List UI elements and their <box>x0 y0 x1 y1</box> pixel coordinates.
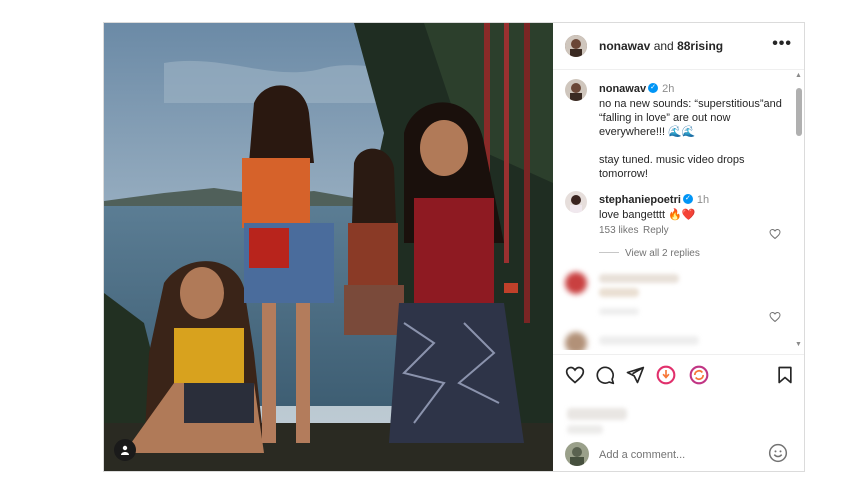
heart-icon[interactable] <box>769 311 781 323</box>
avatar-image <box>565 442 589 466</box>
scroll-down-icon[interactable]: ▼ <box>795 341 802 348</box>
audio-icon[interactable] <box>656 365 676 385</box>
post-photo[interactable] <box>104 23 553 471</box>
add-comment-bar: Add a comment... <box>553 440 804 471</box>
caption-line: stay tuned. music video drops <box>599 154 745 166</box>
blurred-date <box>567 425 603 434</box>
comment-icon[interactable] <box>595 365 615 385</box>
post-header: nonawav and 88rising ••• <box>553 23 804 70</box>
blurred-text <box>599 336 699 345</box>
comment-username[interactable]: stephaniepoetri <box>599 194 681 206</box>
user-tag-icon <box>121 445 129 455</box>
comment-avatar[interactable] <box>565 191 587 213</box>
blurred-avatar <box>565 272 587 294</box>
blurred-likes <box>567 408 627 420</box>
blurred-text <box>599 288 639 297</box>
replies-divider <box>599 252 619 253</box>
blurred-avatar <box>565 332 587 350</box>
caption-line: no na new sounds: “superstitious”and <box>599 98 782 110</box>
comment: stephaniepoetri ✓ 1h love bangetttt 🔥❤️ <box>599 190 769 222</box>
heart-icon[interactable] <box>565 365 585 385</box>
post-side-panel: nonawav and 88rising ••• nonawav ✓ 2h no n… <box>553 23 804 471</box>
header-account-link[interactable]: nonawav <box>599 39 650 53</box>
emoji-icon[interactable] <box>768 443 788 463</box>
scrollbar-thumb[interactable] <box>796 88 802 136</box>
remix-icon[interactable] <box>689 365 709 385</box>
photo-illustration <box>104 23 553 471</box>
avatar-image <box>565 191 587 213</box>
comments-list[interactable]: nonawav ✓ 2h no na new sounds: “superstiti… <box>553 70 793 350</box>
scroll-up-icon[interactable]: ▲ <box>795 72 802 79</box>
caption-line: “falling in love” are out now <box>599 112 731 124</box>
share-icon[interactable] <box>625 365 645 385</box>
avatar-image <box>565 35 587 57</box>
comment-text: love bangetttt 🔥❤️ <box>599 209 696 221</box>
caption: nonawav ✓ 2h no na new sounds: “superstiti… <box>599 79 789 181</box>
user-tag-button[interactable] <box>114 439 136 461</box>
header-collaborator-link[interactable]: 88rising <box>677 39 723 53</box>
more-options-button[interactable]: ••• <box>772 35 792 53</box>
reply-button[interactable]: Reply <box>643 225 669 236</box>
save-icon[interactable] <box>775 365 795 385</box>
current-user-avatar <box>565 442 589 466</box>
heart-icon[interactable] <box>769 228 781 240</box>
add-comment-input[interactable]: Add a comment... <box>599 449 685 461</box>
blurred-text <box>599 308 639 315</box>
verified-icon: ✓ <box>648 82 659 93</box>
comment-likes[interactable]: 153 likes <box>599 225 638 236</box>
post-actions <box>553 354 804 395</box>
caption-username[interactable]: nonawav <box>599 83 646 95</box>
comments-scrollbar[interactable]: ▲ ▼ <box>793 70 804 350</box>
header-avatar[interactable] <box>565 35 587 57</box>
avatar-image <box>565 79 587 101</box>
caption-line: everywhere!!! 🌊🌊 <box>599 126 696 138</box>
verified-icon: ✓ <box>682 193 693 204</box>
caption-avatar[interactable] <box>565 79 587 101</box>
caption-line <box>599 139 789 153</box>
view-replies-button[interactable]: View all 2 replies <box>625 248 700 259</box>
comment-time: 1h <box>696 194 710 206</box>
instagram-post: nonawav and 88rising ••• nonawav ✓ 2h no n… <box>103 22 805 472</box>
caption-time: 2h <box>662 83 675 95</box>
more-icon: ••• <box>772 35 792 52</box>
header-joiner: and <box>653 39 674 53</box>
post-header-title: nonawav and 88rising <box>599 39 723 53</box>
caption-line: tomorrow! <box>599 168 648 180</box>
blurred-text <box>599 274 679 283</box>
